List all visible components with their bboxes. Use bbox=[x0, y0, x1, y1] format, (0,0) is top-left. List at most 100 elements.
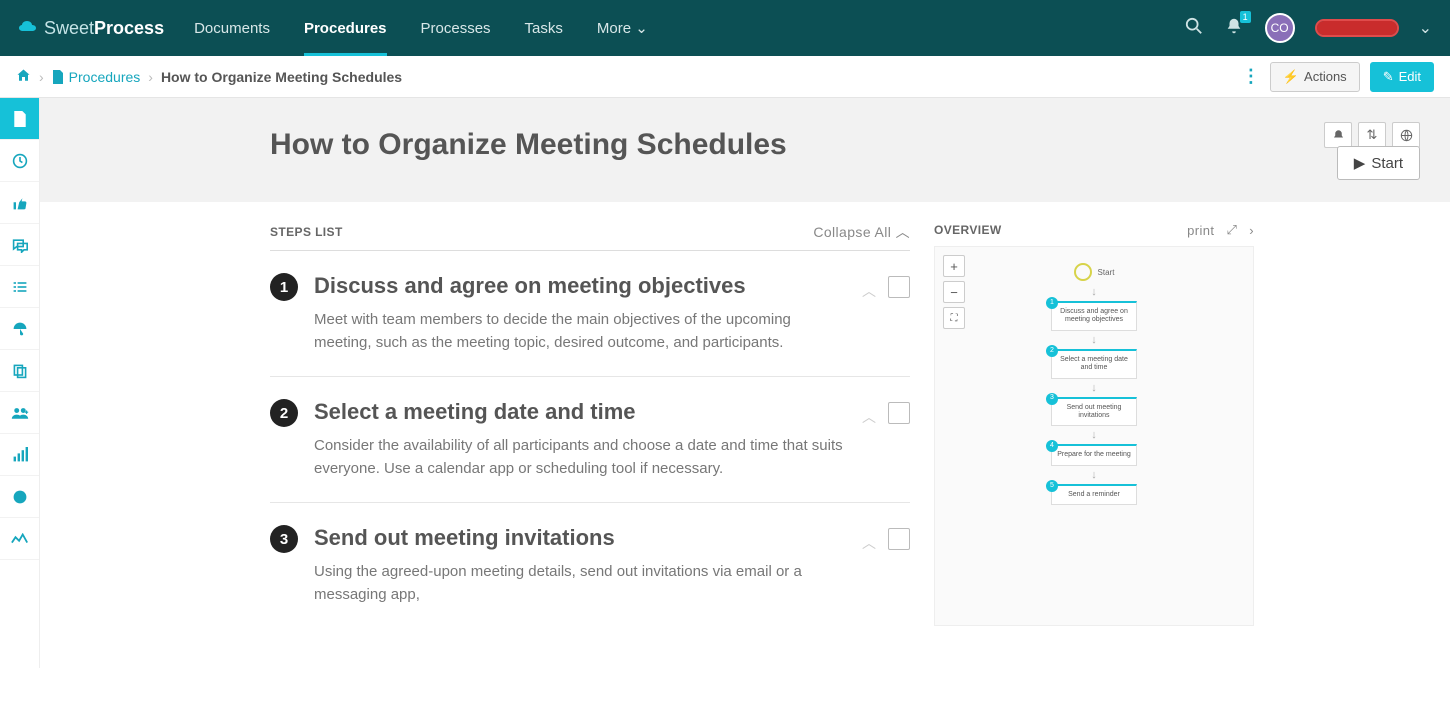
globe-button[interactable] bbox=[1392, 122, 1420, 148]
flowchart: Start ↓ 1Discuss and agree on meeting ob… bbox=[945, 263, 1243, 505]
step-number: 1 bbox=[270, 273, 298, 301]
edit-label: Edit bbox=[1399, 69, 1421, 84]
steps-header: STEPS LIST Collapse All ︿ bbox=[270, 222, 910, 251]
rail-thumbs-up-icon[interactable] bbox=[0, 182, 39, 224]
rail-gear-icon[interactable] bbox=[0, 476, 39, 518]
step-checkbox[interactable] bbox=[888, 528, 910, 550]
zoom-controls: + − ⛶ bbox=[943, 255, 965, 329]
side-rail bbox=[0, 98, 40, 668]
rail-analytics-icon[interactable] bbox=[0, 434, 39, 476]
flow-arrow: ↓ bbox=[1091, 379, 1097, 397]
flow-node-label: Send out meeting invitations bbox=[1067, 404, 1122, 419]
edit-button[interactable]: ✎ Edit bbox=[1370, 62, 1434, 92]
rail-chat-icon[interactable] bbox=[0, 224, 39, 266]
breadcrumb-sep: › bbox=[39, 69, 44, 85]
step-collapse-icon[interactable]: ︿ bbox=[862, 281, 876, 301]
nav-processes[interactable]: Processes bbox=[421, 0, 491, 56]
nav-documents[interactable]: Documents bbox=[194, 0, 270, 56]
search-icon[interactable] bbox=[1185, 17, 1203, 40]
rail-list-icon[interactable] bbox=[0, 266, 39, 308]
home-icon[interactable] bbox=[16, 68, 31, 86]
sort-button[interactable]: ⇅ bbox=[1358, 122, 1386, 148]
step-item: 2 Select a meeting date and time Conside… bbox=[270, 377, 910, 503]
breadcrumb-procedures-label: Procedures bbox=[69, 69, 141, 85]
flow-node[interactable]: 3Send out meeting invitations bbox=[1051, 397, 1137, 427]
step-title: Send out meeting invitations bbox=[314, 525, 846, 551]
logo-text-bold: Process bbox=[94, 18, 164, 39]
nav-more[interactable]: More ⌄ bbox=[597, 0, 648, 56]
step-collapse-icon[interactable]: ︿ bbox=[862, 407, 876, 427]
nav-procedures[interactable]: Procedures bbox=[304, 0, 387, 56]
flow-arrow: ↓ bbox=[1091, 331, 1097, 349]
flow-node[interactable]: 2Select a meeting date and time bbox=[1051, 349, 1137, 379]
rail-activity-icon[interactable] bbox=[0, 518, 39, 560]
start-label: Start bbox=[1371, 155, 1403, 172]
flow-arrow: ↓ bbox=[1091, 426, 1097, 444]
steps-column: STEPS LIST Collapse All ︿ 1 Discuss and … bbox=[270, 222, 910, 628]
chevron-down-icon: ⌄ bbox=[635, 19, 648, 37]
step-title: Discuss and agree on meeting objectives bbox=[314, 273, 846, 299]
nav-tasks[interactable]: Tasks bbox=[525, 0, 563, 56]
breadcrumb-procedures[interactable]: Procedures bbox=[52, 69, 141, 85]
main: ⇅ How to Organize Meeting Schedules ▶ St… bbox=[0, 98, 1450, 668]
rail-umbrella-icon[interactable] bbox=[0, 308, 39, 350]
overview-header: OVERVIEW print ⤢ › bbox=[934, 222, 1254, 246]
actions-button[interactable]: ⚡ Actions bbox=[1270, 62, 1360, 92]
zoom-fit-button[interactable]: ⛶ bbox=[943, 307, 965, 329]
bolt-icon: ⚡ bbox=[1283, 69, 1299, 85]
flow-node[interactable]: 5Send a reminder bbox=[1051, 484, 1137, 505]
chevron-right-icon[interactable]: › bbox=[1249, 223, 1254, 238]
notifications-button[interactable]: 1 bbox=[1225, 17, 1243, 40]
overview-heading: OVERVIEW bbox=[934, 223, 1002, 237]
document-icon bbox=[52, 70, 64, 84]
step-description: Meet with team members to decide the mai… bbox=[314, 309, 846, 354]
step-checkbox[interactable] bbox=[888, 276, 910, 298]
collapse-all-button[interactable]: Collapse All ︿ bbox=[813, 222, 910, 242]
step-title: Select a meeting date and time bbox=[314, 399, 846, 425]
zoom-out-button[interactable]: − bbox=[943, 281, 965, 303]
flow-node[interactable]: 4Prepare for the meeting bbox=[1051, 444, 1137, 465]
step-number: 2 bbox=[270, 399, 298, 427]
breadcrumb-bar: › Procedures › How to Organize Meeting S… bbox=[0, 56, 1450, 98]
play-icon: ▶ bbox=[1354, 154, 1366, 172]
start-button[interactable]: ▶ Start bbox=[1337, 146, 1420, 180]
crumb-actions: ⋮ ⚡ Actions ✎ Edit bbox=[1242, 62, 1434, 92]
collapse-label: Collapse All bbox=[813, 224, 891, 240]
flow-node-badge: 5 bbox=[1046, 480, 1058, 492]
step-number: 3 bbox=[270, 525, 298, 553]
bell-button[interactable] bbox=[1324, 122, 1352, 148]
breadcrumb-current: How to Organize Meeting Schedules bbox=[161, 69, 402, 85]
flow-arrow: ↓ bbox=[1091, 283, 1097, 301]
chevron-down-icon[interactable]: ⌄ bbox=[1419, 18, 1432, 38]
edit-icon: ✎ bbox=[1383, 69, 1394, 85]
user-name-redacted bbox=[1317, 21, 1397, 35]
page-title: How to Organize Meeting Schedules bbox=[270, 128, 1230, 162]
breadcrumb-sep: › bbox=[148, 69, 153, 85]
rail-clock-icon[interactable] bbox=[0, 140, 39, 182]
rail-team-icon[interactable] bbox=[0, 392, 39, 434]
step-description: Consider the availability of all partici… bbox=[314, 435, 846, 480]
kebab-menu[interactable]: ⋮ bbox=[1242, 66, 1260, 87]
body-columns: STEPS LIST Collapse All ︿ 1 Discuss and … bbox=[40, 202, 1450, 668]
flow-node-label: Discuss and agree on meeting objectives bbox=[1060, 308, 1128, 323]
flow-start-node bbox=[1074, 263, 1092, 281]
hero: ⇅ How to Organize Meeting Schedules ▶ St… bbox=[40, 98, 1450, 202]
rail-document-icon[interactable] bbox=[0, 98, 39, 140]
expand-icon[interactable]: ⤢ bbox=[1226, 222, 1237, 238]
user-avatar[interactable]: CO bbox=[1265, 13, 1295, 43]
rail-copy-icon[interactable] bbox=[0, 350, 39, 392]
chevron-up-icon: ︿ bbox=[896, 224, 910, 240]
flow-node[interactable]: 1Discuss and agree on meeting objectives bbox=[1051, 301, 1137, 331]
cloud-icon bbox=[18, 18, 38, 38]
zoom-in-button[interactable]: + bbox=[943, 255, 965, 277]
step-item: 1 Discuss and agree on meeting objective… bbox=[270, 251, 910, 377]
flow-node-badge: 4 bbox=[1046, 440, 1058, 452]
app-logo[interactable]: SweetProcess bbox=[18, 18, 164, 39]
actions-label: Actions bbox=[1304, 69, 1347, 84]
flow-node-badge: 2 bbox=[1046, 345, 1058, 357]
top-nav: SweetProcess Documents Procedures Proces… bbox=[0, 0, 1450, 56]
nav-right: 1 CO ⌄ bbox=[1185, 13, 1432, 43]
step-collapse-icon[interactable]: ︿ bbox=[862, 533, 876, 553]
step-checkbox[interactable] bbox=[888, 402, 910, 424]
print-button[interactable]: print bbox=[1187, 223, 1214, 238]
